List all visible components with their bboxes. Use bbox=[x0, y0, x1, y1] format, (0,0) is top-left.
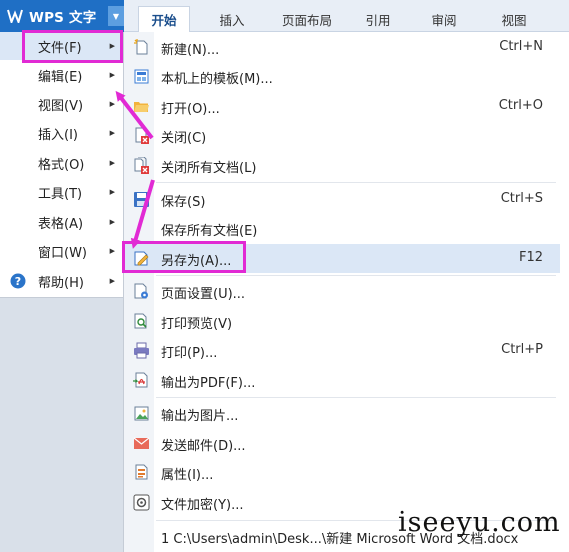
watermark-text: iseeyu.com bbox=[398, 507, 561, 538]
annotation-arrows-icon bbox=[115, 90, 155, 249]
